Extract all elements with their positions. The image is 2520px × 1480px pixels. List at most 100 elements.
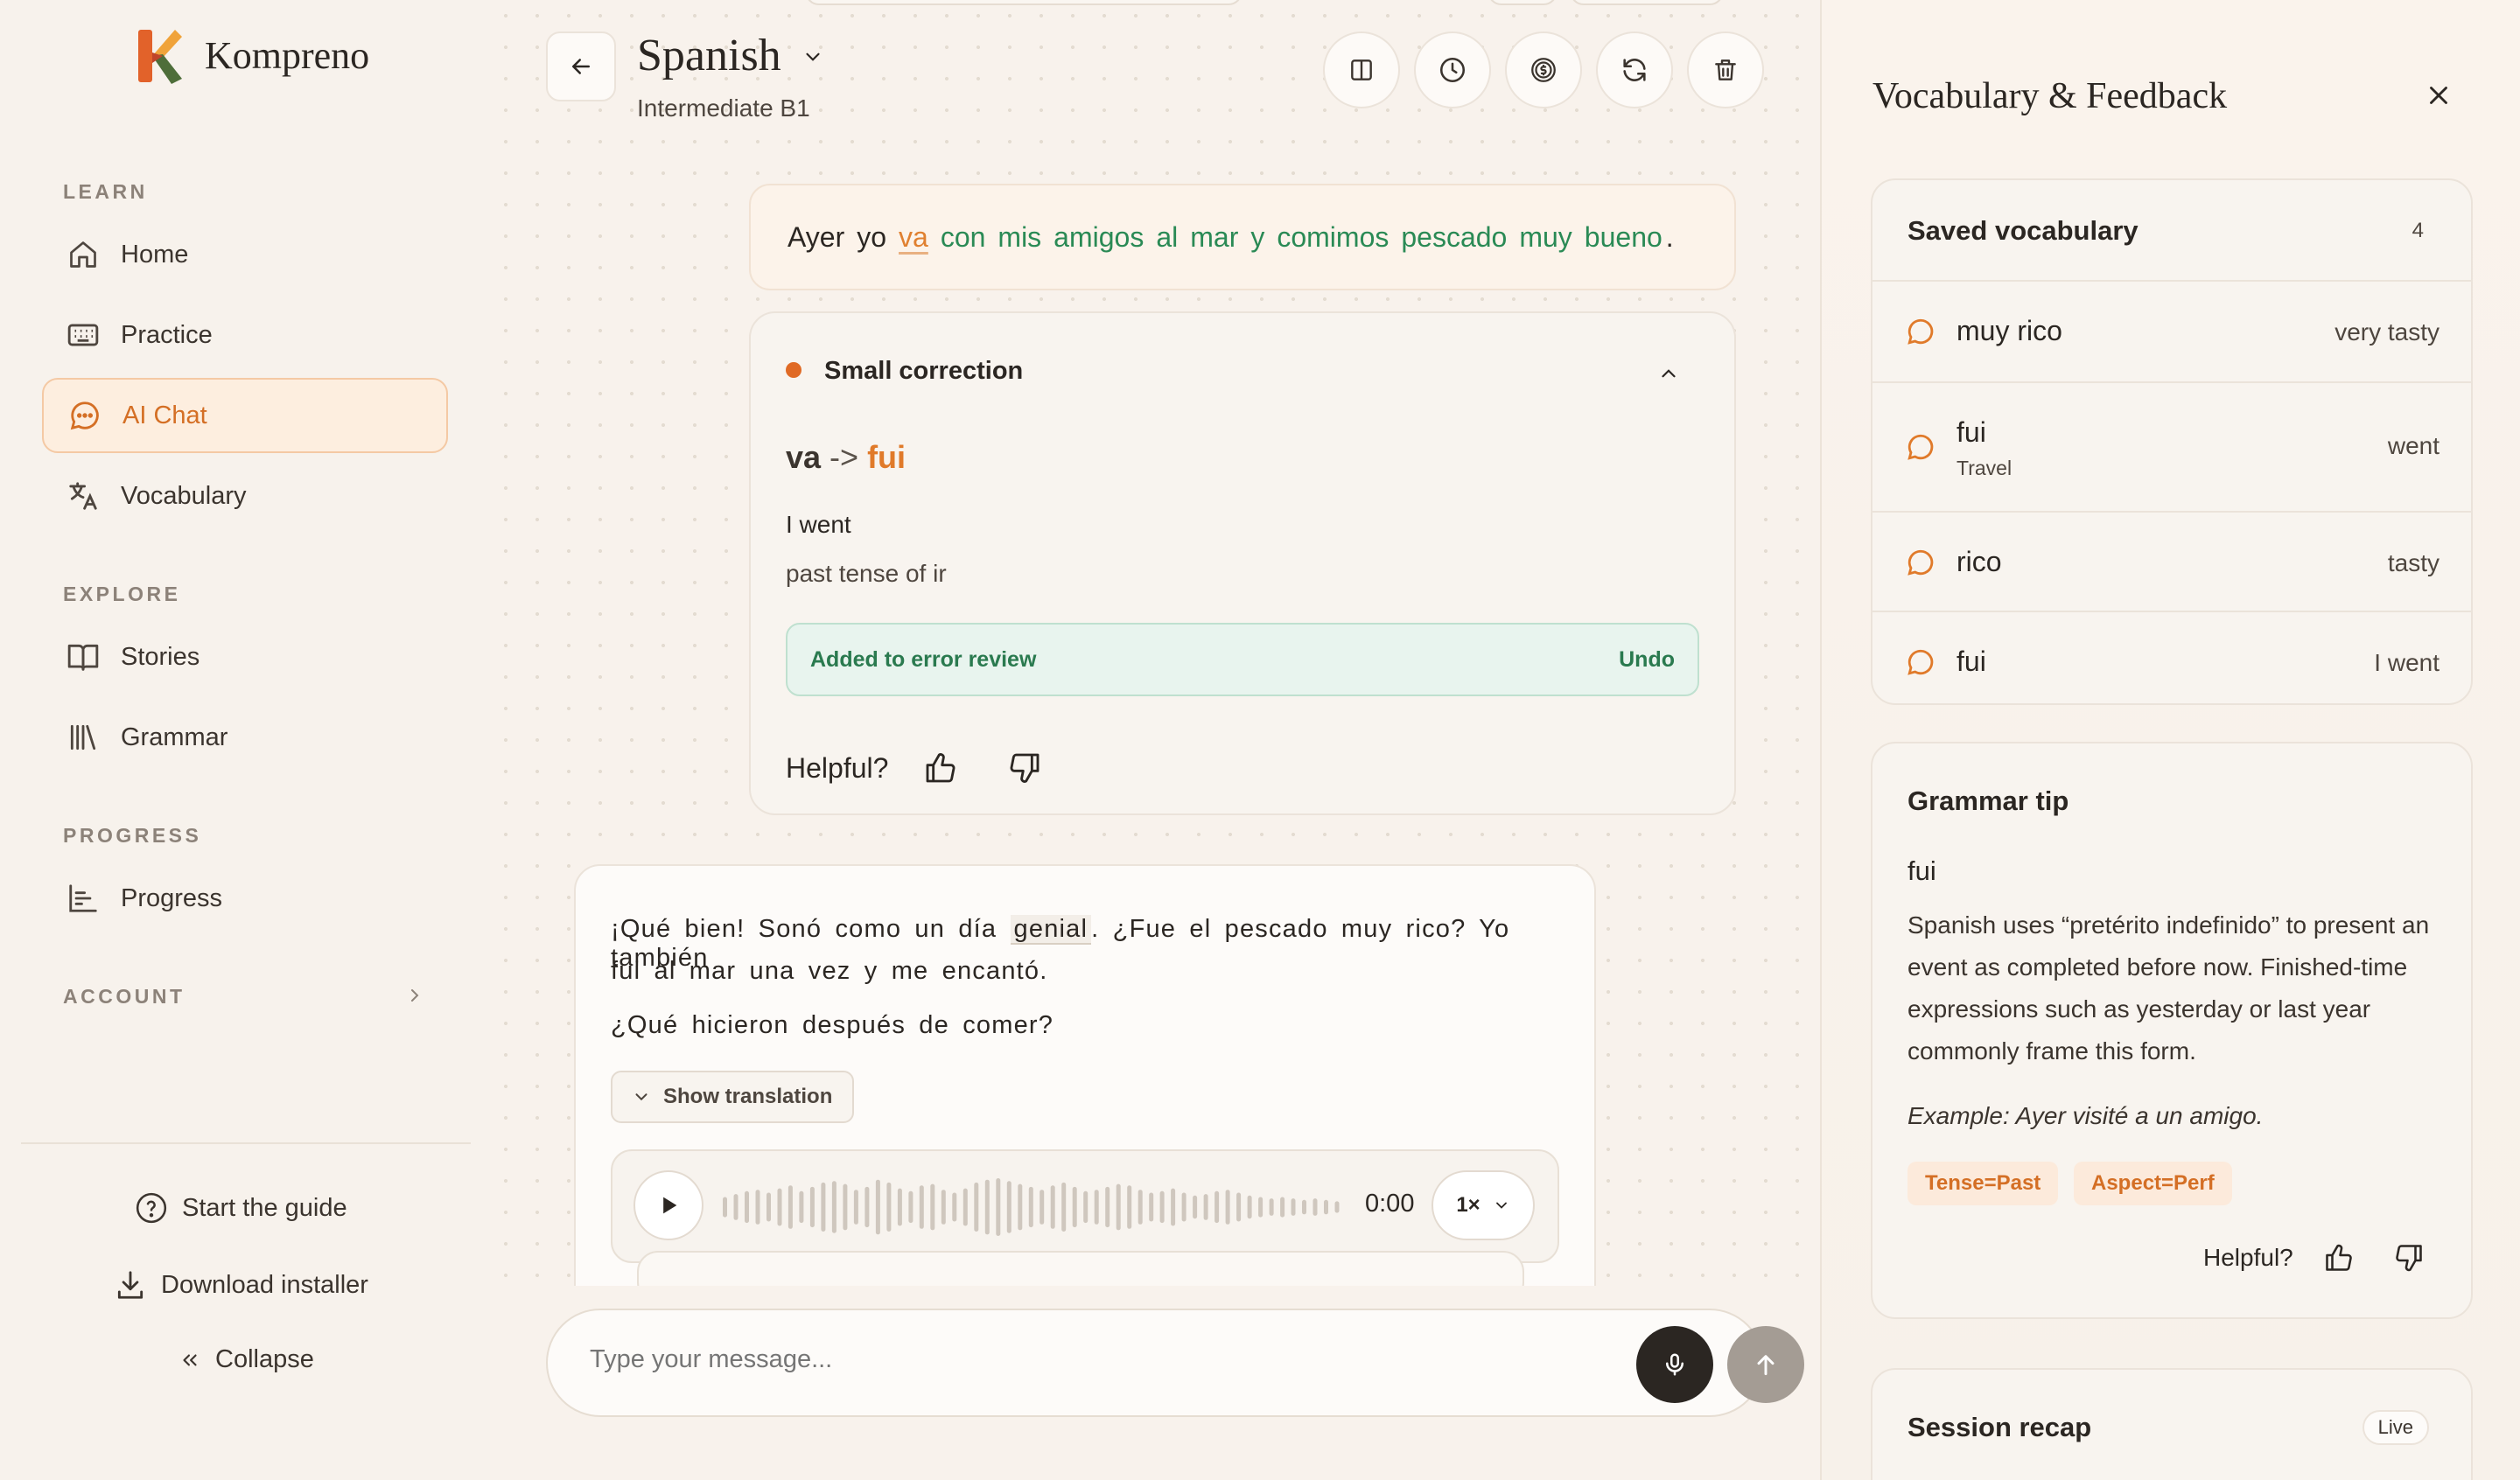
grammar-tip-example: Example: Ayer visité a un amigo. <box>1908 1102 2264 1129</box>
message-word[interactable]: pescado <box>1401 221 1507 254</box>
sidebar-item-grammar[interactable]: Grammar <box>42 700 448 775</box>
audio-waveform[interactable] <box>721 1172 1344 1242</box>
show-translation-button[interactable]: Show translation <box>611 1071 854 1123</box>
sidebar-item-vocabulary[interactable]: Vocabulary <box>42 458 448 534</box>
back-button[interactable] <box>546 31 616 101</box>
waveform-bar <box>919 1185 924 1229</box>
message-word[interactable]: mar <box>1190 221 1238 254</box>
speech-bubble-icon <box>1906 432 1936 462</box>
waveform-bar <box>777 1188 782 1226</box>
send-button[interactable] <box>1727 1326 1804 1403</box>
collapse-label: Collapse <box>215 1345 314 1373</box>
thumbs-up-icon[interactable] <box>2323 1242 2355 1274</box>
vocab-item[interactable]: muy rico very tasty <box>1872 280 2471 381</box>
message-word[interactable]: y <box>1250 221 1264 254</box>
waveform-bar <box>908 1190 914 1224</box>
saved-vocabulary-count: 4 <box>2412 219 2424 242</box>
message-word[interactable]: comimos <box>1277 221 1389 254</box>
sidebar-item-label: Practice <box>121 320 213 349</box>
waveform-bar <box>1171 1188 1176 1226</box>
sidebar-item-label: Grammar <box>121 723 228 751</box>
message-input[interactable] <box>590 1345 1552 1374</box>
coins-button[interactable] <box>1505 31 1582 108</box>
play-button[interactable] <box>634 1170 704 1240</box>
message-word[interactable]: con <box>941 221 986 254</box>
thumbs-down-icon[interactable] <box>2393 1242 2425 1274</box>
waveform-bar <box>733 1194 738 1220</box>
language-level: Intermediate B1 <box>637 94 810 122</box>
refresh-button[interactable] <box>1596 31 1673 108</box>
sidebar-item-practice[interactable]: Practice <box>42 297 448 373</box>
vocab-item[interactable]: rico tasty <box>1872 511 2471 611</box>
vocab-item[interactable]: fui Travel went <box>1872 381 2471 511</box>
live-badge: Live <box>2362 1410 2429 1445</box>
playback-speed-select[interactable]: 1× <box>1432 1170 1535 1240</box>
delete-chat-button[interactable] <box>1687 31 1764 108</box>
message-word[interactable]: mis <box>998 221 1041 254</box>
download-installer-label: Download installer <box>161 1270 368 1299</box>
grammar-tip-card: Grammar tip fui Spanish uses “pretérito … <box>1871 742 2473 1319</box>
grammar-helpful-row: Helpful? <box>2203 1242 2425 1274</box>
waveform-bar <box>1094 1190 1099 1225</box>
microphone-button[interactable] <box>1636 1326 1713 1403</box>
waveform-bar <box>1193 1195 1198 1219</box>
message-word: Ayer <box>788 220 845 253</box>
error-word[interactable]: va <box>899 221 928 254</box>
split-view-button[interactable] <box>1323 31 1400 108</box>
waveform-bar <box>886 1182 892 1232</box>
vocab-word: rico <box>1956 546 2002 577</box>
chevron-down-icon[interactable] <box>802 45 824 68</box>
vocab-translation: I went <box>2374 649 2440 676</box>
waveform-bar <box>1127 1185 1132 1229</box>
error-review-text: Added to error review <box>810 646 1037 672</box>
session-recap-title: Session recap <box>1908 1412 2092 1442</box>
message-word[interactable]: bueno <box>1585 221 1662 254</box>
book-icon <box>65 639 102 675</box>
vocab-word: muy rico <box>1956 315 2062 346</box>
message-word[interactable]: al <box>1156 221 1178 254</box>
ai-text-segment: ¡Qué bien! Sonó como un día <box>611 915 998 943</box>
undo-button[interactable]: Undo <box>1619 647 1675 673</box>
waveform-bar <box>1324 1199 1328 1215</box>
waveform-bar <box>788 1185 793 1229</box>
thumbs-down-icon[interactable] <box>1007 750 1042 785</box>
highlighted-word[interactable]: genial <box>1010 915 1092 945</box>
sidebar-item-home[interactable]: Home <box>42 217 448 292</box>
vocab-item[interactable]: fui I went <box>1872 611 2471 703</box>
download-installer-link[interactable]: Download installer <box>114 1268 368 1302</box>
collapse-sidebar-button[interactable]: Collapse <box>178 1345 314 1374</box>
chevron-down-icon <box>1495 1202 1507 1209</box>
chevron-up-icon[interactable] <box>1657 362 1680 385</box>
correction-card: Small correction va -> fui I went past ten… <box>749 311 1736 815</box>
helpful-label: Helpful? <box>2203 1244 2293 1271</box>
close-icon[interactable] <box>2424 80 2454 110</box>
history-button[interactable] <box>1414 31 1491 108</box>
waveform-bar <box>821 1182 826 1232</box>
section-label-learn: LEARN <box>63 180 148 203</box>
waveform-bar <box>1214 1190 1220 1224</box>
sidebar-item-stories[interactable]: Stories <box>42 619 448 695</box>
waveform-bar <box>1269 1198 1274 1216</box>
sidebar-item-ai-chat[interactable]: AI Chat <box>42 378 448 453</box>
grammar-tip-title: Grammar tip <box>1908 785 2069 816</box>
waveform-bar <box>843 1183 848 1231</box>
chevron-down-icon <box>635 1093 648 1101</box>
brand-name: Kompreno <box>205 34 370 77</box>
thumbs-up-icon[interactable] <box>923 750 958 785</box>
ai-message-line-3: ¿Qué hicieron después de comer? <box>611 1011 1054 1039</box>
message-word[interactable]: muy <box>1519 221 1572 254</box>
correction-meaning: I went <box>786 511 851 538</box>
keyboard-icon <box>65 317 102 353</box>
message-composer <box>546 1309 1804 1417</box>
section-label-explore: EXPLORE <box>63 583 181 605</box>
panel-title: Vocabulary & Feedback <box>1872 76 2228 116</box>
sidebar-item-progress[interactable]: Progress <box>42 861 448 936</box>
microphone-icon <box>1666 1353 1684 1376</box>
language-selector[interactable]: Spanish <box>637 30 781 81</box>
waveform-bar <box>1312 1198 1318 1216</box>
section-label-account[interactable]: ACCOUNT <box>63 985 186 1009</box>
message-word[interactable]: amigos <box>1054 221 1144 254</box>
chevron-right-icon[interactable] <box>404 985 425 1006</box>
waveform-bar <box>745 1190 749 1224</box>
start-guide-link[interactable]: Start the guide <box>135 1191 347 1225</box>
